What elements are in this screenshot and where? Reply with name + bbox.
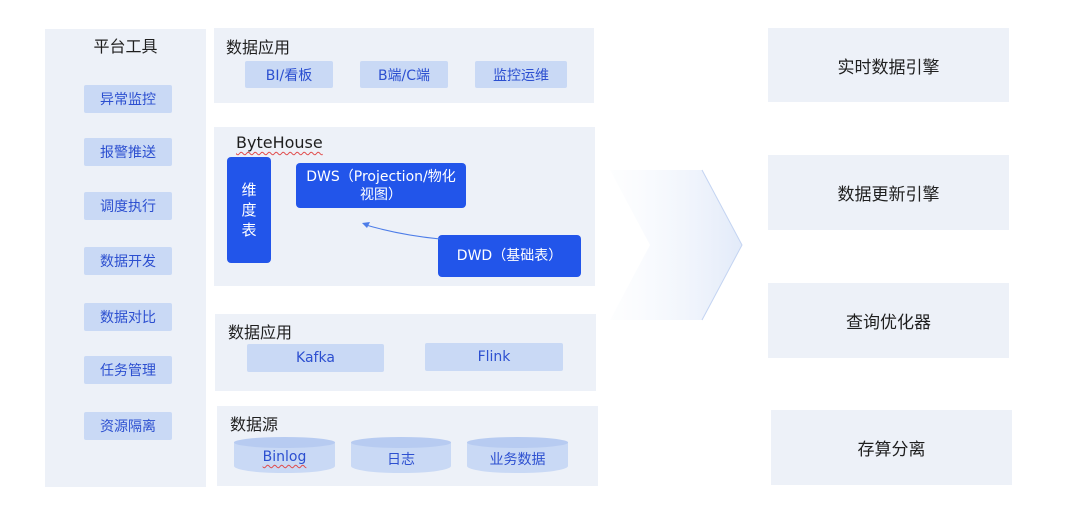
platform-item-alert-push[interactable]: 报警推送 (84, 138, 172, 166)
source-log-cylinder[interactable]: 日志 (351, 437, 451, 473)
platform-tools-title: 平台工具 (93, 37, 158, 56)
chip-bi-dashboard[interactable]: BI/看板 (245, 61, 333, 88)
source-log-label: 日志 (387, 452, 415, 468)
chip-monitoring-ops[interactable]: 监控运维 (475, 61, 567, 88)
cylinder-top (351, 437, 451, 448)
dimension-table-label: 维度表 (241, 181, 257, 239)
data-app-top-title: 数据应用 (226, 38, 291, 57)
bytehouse-title-text: ByteHouse (236, 133, 323, 152)
platform-item-data-dev[interactable]: 数据开发 (84, 247, 172, 275)
data-app-mid-title: 数据应用 (228, 323, 293, 342)
dwd-label: DWD（基础表） (456, 248, 563, 264)
cylinder-top (234, 437, 335, 448)
dws-label: DWS（Projection/物化视图） (306, 168, 456, 203)
platform-item-data-compare[interactable]: 数据对比 (84, 303, 172, 331)
dwd-to-dws-arrow (362, 222, 441, 240)
chip-b-c-end[interactable]: B端/C端 (360, 61, 448, 88)
cylinder-top (467, 437, 568, 448)
dwd-block[interactable]: DWD（基础表） (438, 235, 581, 277)
source-binlog-text: Binlog (262, 449, 307, 465)
bytehouse-title: ByteHouse (236, 133, 323, 152)
engine-realtime[interactable]: 实时数据引擎 (768, 28, 1009, 102)
chevron-right-icon (610, 169, 743, 321)
chip-flink[interactable]: Flink (425, 343, 563, 371)
platform-item-task-mgmt[interactable]: 任务管理 (84, 356, 172, 384)
platform-item-anomaly-monitoring[interactable]: 异常监控 (84, 85, 172, 113)
data-source-title: 数据源 (230, 415, 279, 434)
dws-block[interactable]: DWS（Projection/物化视图） (296, 163, 466, 208)
engine-data-update[interactable]: 数据更新引擎 (768, 155, 1009, 230)
platform-item-resource-isolation[interactable]: 资源隔离 (84, 412, 172, 440)
source-binlog-cylinder[interactable]: Binlog (234, 437, 335, 473)
platform-item-scheduling[interactable]: 调度执行 (84, 192, 172, 220)
dimension-table-block[interactable]: 维度表 (227, 157, 271, 263)
source-business-cylinder[interactable]: 业务数据 (467, 437, 568, 473)
source-binlog-label: Binlog (234, 449, 335, 465)
engine-storage-compute-separation[interactable]: 存算分离 (771, 410, 1012, 485)
engine-query-optimizer[interactable]: 查询优化器 (768, 283, 1009, 358)
chip-kafka[interactable]: Kafka (247, 344, 384, 372)
source-business-label: 业务数据 (489, 452, 546, 468)
